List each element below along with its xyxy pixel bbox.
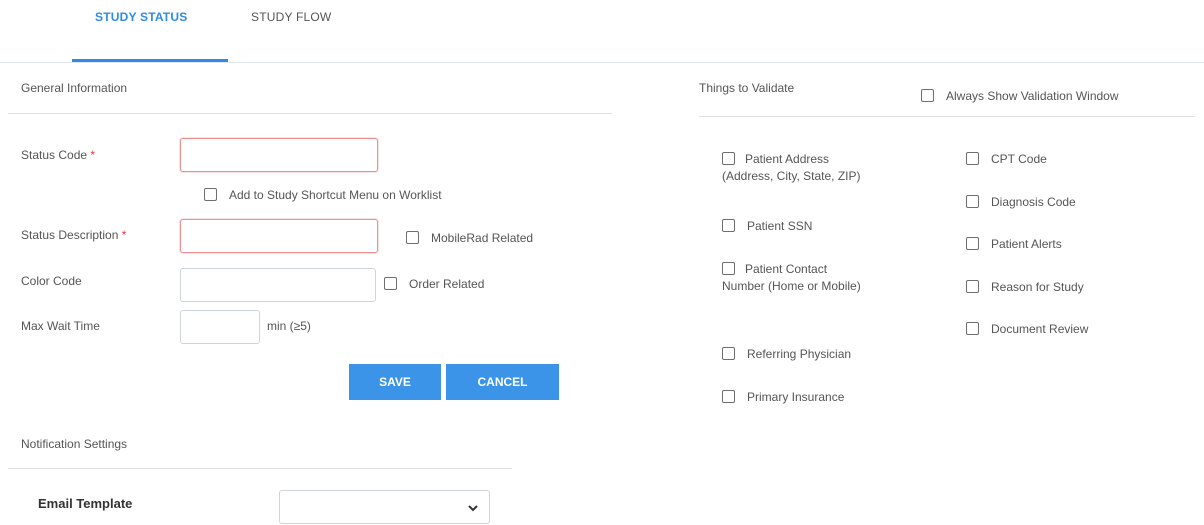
- referring-physician-label: Referring Physician: [747, 347, 852, 361]
- tab-study-status[interactable]: STUDY STATUS: [95, 10, 187, 24]
- mobilerad-related-label: MobileRad Related: [431, 231, 534, 245]
- status-code-label: Status Code *: [21, 148, 95, 162]
- color-code-input[interactable]: [180, 268, 376, 302]
- checkbox-icon[interactable]: [722, 347, 735, 360]
- email-template-select[interactable]: [279, 490, 490, 524]
- validate-patient-alerts[interactable]: Patient Alerts: [966, 236, 1062, 253]
- max-wait-time-label: Max Wait Time: [21, 319, 100, 333]
- validate-diagnosis-code[interactable]: Diagnosis Code: [966, 194, 1076, 211]
- notification-settings-divider: [8, 468, 512, 469]
- validate-cpt-code[interactable]: CPT Code: [966, 151, 1047, 168]
- patient-ssn-label: Patient SSN: [747, 219, 813, 233]
- validate-referring-physician[interactable]: Referring Physician: [722, 346, 851, 363]
- order-related-checkbox[interactable]: Order Related: [384, 276, 484, 293]
- checkbox-icon[interactable]: [966, 195, 979, 208]
- status-code-label-text: Status Code: [21, 148, 88, 162]
- patient-alerts-label: Patient Alerts: [991, 237, 1062, 251]
- patient-address-label: Patient Address: [745, 152, 830, 166]
- diagnosis-code-label: Diagnosis Code: [991, 195, 1076, 209]
- validate-divider: [699, 116, 1195, 117]
- notification-settings-title: Notification Settings: [21, 437, 128, 451]
- cpt-code-label: CPT Code: [991, 152, 1047, 166]
- validate-patient-ssn[interactable]: Patient SSN: [722, 218, 812, 235]
- things-to-validate-title: Things to Validate: [699, 81, 795, 95]
- max-wait-time-input[interactable]: [180, 310, 260, 344]
- patient-address-detail: (Address, City, State, ZIP): [722, 169, 861, 183]
- status-code-input[interactable]: [180, 138, 378, 172]
- primary-insurance-label: Primary Insurance: [747, 390, 845, 404]
- always-show-validation-checkbox[interactable]: Always Show Validation Window: [921, 88, 1119, 105]
- checkbox-icon[interactable]: [921, 89, 934, 102]
- checkbox-icon[interactable]: [966, 280, 979, 293]
- patient-contact-label: Patient Contact: [745, 262, 828, 276]
- shortcut-menu-checkbox[interactable]: Add to Study Shortcut Menu on Worklist: [204, 187, 442, 204]
- order-related-label: Order Related: [409, 277, 485, 291]
- document-review-label: Document Review: [991, 322, 1089, 336]
- patient-contact-detail: Number (Home or Mobile): [722, 279, 861, 293]
- shortcut-menu-label: Add to Study Shortcut Menu on Worklist: [229, 188, 442, 202]
- required-mark: *: [90, 148, 96, 162]
- validate-patient-address[interactable]: Patient Address (Address, City, State, Z…: [722, 151, 912, 185]
- validate-primary-insurance[interactable]: Primary Insurance: [722, 389, 844, 406]
- tab-study-flow[interactable]: STUDY FLOW: [251, 10, 331, 24]
- checkbox-icon[interactable]: [406, 231, 419, 244]
- checkbox-icon[interactable]: [966, 152, 979, 165]
- status-description-label: Status Description *: [21, 228, 126, 242]
- checkbox-icon[interactable]: [722, 262, 735, 275]
- status-description-label-text: Status Description: [21, 228, 119, 242]
- general-information-title: General Information: [21, 81, 128, 95]
- checkbox-icon[interactable]: [204, 188, 217, 201]
- validate-document-review[interactable]: Document Review: [966, 321, 1088, 338]
- checkbox-icon[interactable]: [722, 219, 735, 232]
- email-template-label: Email Template: [38, 496, 133, 511]
- always-show-validation-label: Always Show Validation Window: [946, 89, 1119, 103]
- cancel-button[interactable]: CANCEL: [446, 364, 559, 400]
- validate-patient-contact-number[interactable]: Patient Contact Number (Home or Mobile): [722, 261, 872, 295]
- status-description-input[interactable]: [180, 219, 378, 253]
- checkbox-icon[interactable]: [722, 390, 735, 403]
- checkbox-icon[interactable]: [384, 277, 397, 290]
- tabs-divider: [0, 62, 1204, 63]
- reason-for-study-label: Reason for Study: [991, 280, 1084, 294]
- checkbox-icon[interactable]: [722, 152, 735, 165]
- chevron-down-icon: [468, 505, 478, 512]
- save-button[interactable]: SAVE: [349, 364, 441, 400]
- color-code-label: Color Code: [21, 274, 82, 288]
- general-information-divider: [8, 113, 612, 114]
- mobilerad-related-checkbox[interactable]: MobileRad Related: [406, 230, 533, 247]
- validate-reason-for-study[interactable]: Reason for Study: [966, 279, 1084, 296]
- required-mark: *: [121, 228, 127, 242]
- checkbox-icon[interactable]: [966, 322, 979, 335]
- checkbox-icon[interactable]: [966, 237, 979, 250]
- max-wait-time-suffix: min (≥5): [267, 319, 311, 333]
